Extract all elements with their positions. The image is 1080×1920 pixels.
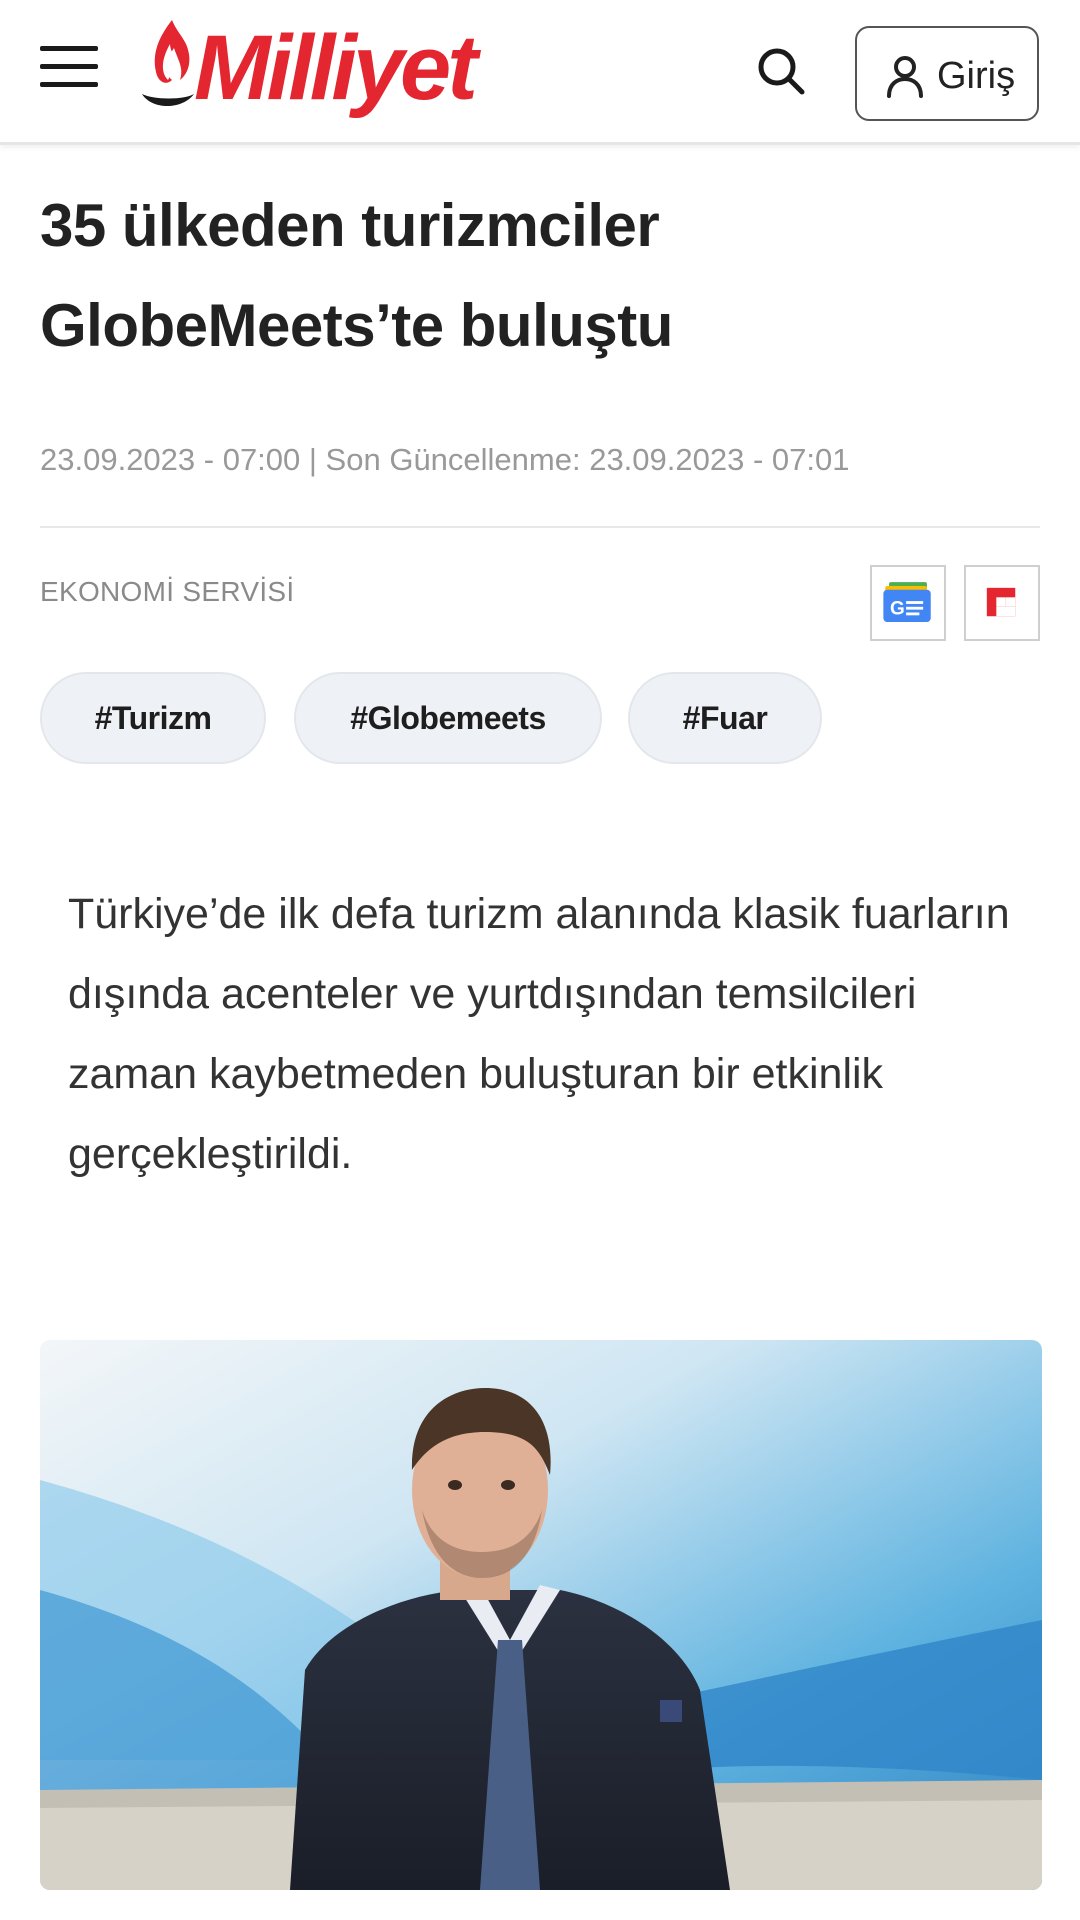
login-label: Giriş (937, 55, 1016, 97)
divider (40, 526, 1040, 528)
article-dateline: 23.09.2023 - 07:00 | Son Güncellenme: 23… (40, 442, 850, 477)
flame-icon (142, 20, 194, 106)
article-photo[interactable] (40, 1340, 1042, 1890)
article-page: Milliyet Giriş 35 ülkeden turizmciler Gl… (0, 0, 1080, 1920)
google-news-button[interactable]: G (870, 565, 946, 641)
user-icon (887, 56, 923, 98)
logo-wordmark: Milliyet (194, 17, 478, 119)
tag-fuar[interactable]: #Fuar (628, 672, 822, 764)
login-button[interactable]: Giriş (855, 26, 1039, 121)
hamburger-icon[interactable] (40, 44, 98, 88)
flipboard-button[interactable] (964, 565, 1040, 641)
article-lead: Türkiye’de ilk defa turizm alanında klas… (68, 890, 1010, 1178)
milliyet-logo[interactable]: Milliyet (138, 14, 558, 124)
tag-turizm[interactable]: #Turizm (40, 672, 266, 764)
article-service: EKONOMİ SERVİSİ (40, 576, 295, 607)
article-title: 35 ülkeden turizmciler GlobeMeets’te bul… (40, 192, 673, 359)
site-header: Milliyet Giriş (0, 0, 1080, 145)
google-news-icon: G (883, 582, 931, 622)
search-icon[interactable] (755, 45, 807, 97)
tag-globemeets[interactable]: #Globemeets (294, 672, 602, 764)
flipboard-icon (986, 587, 1016, 617)
svg-text:G: G (890, 598, 905, 619)
